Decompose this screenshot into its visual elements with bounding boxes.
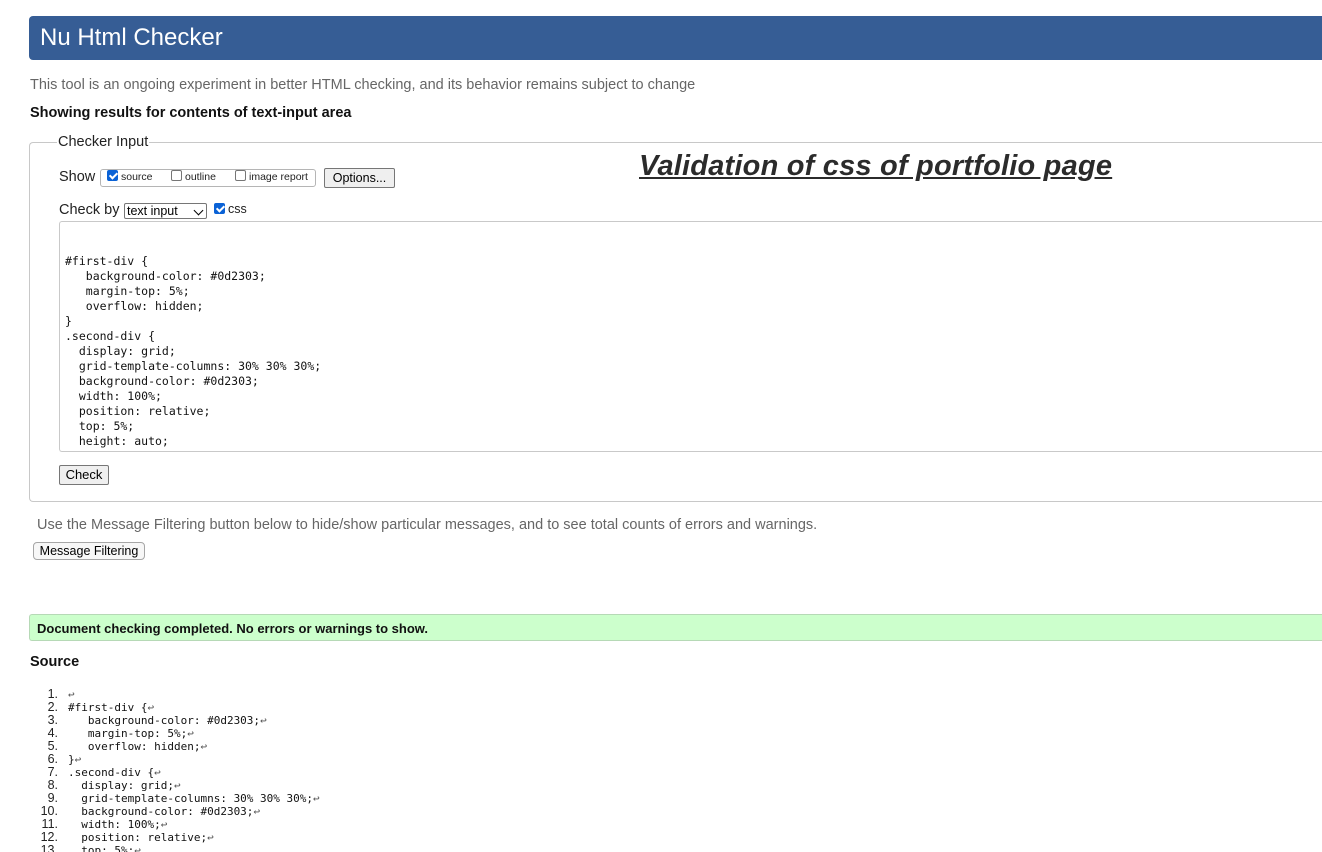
return-icon: ↩ [187, 727, 194, 740]
show-source-option[interactable]: source [107, 170, 153, 183]
return-icon: ↩ [74, 753, 82, 766]
return-icon: ↩ [68, 688, 75, 701]
source-line-text: width: 100%; [68, 818, 161, 831]
source-line-text: top: 5%; [68, 844, 135, 852]
source-line-text: display: grid; [68, 779, 174, 792]
source-line-code: background-color: #0d2303;↩ [68, 805, 260, 818]
chevron-down-icon [193, 205, 204, 216]
return-icon: ↩ [260, 714, 267, 727]
source-heading: Source [30, 654, 80, 670]
intro-text: This tool is an ongoing experiment in be… [30, 77, 696, 93]
check-by-selected-value: text input [127, 204, 178, 218]
check-by-label: Check by [59, 202, 120, 218]
source-line-text: overflow: hidden; [68, 740, 201, 753]
check-button[interactable]: Check [59, 465, 109, 485]
textarea-content: #first-div { background-color: #0d2303; … [65, 254, 322, 451]
showing-results-heading: Showing results for contents of text-inp… [30, 105, 352, 121]
source-line-code: #first-div {↩ [68, 701, 154, 714]
css-option[interactable]: css [214, 202, 247, 216]
source-line-number: 13. [40, 843, 58, 852]
source-line-text: background-color: #0d2303; [68, 714, 261, 727]
check-by-select[interactable]: text input [124, 203, 207, 219]
source-line-code: grid-template-columns: 30% 30% 30%;↩ [68, 792, 320, 805]
return-icon: ↩ [147, 701, 155, 714]
source-line-text: #first-div { [68, 701, 148, 714]
show-options-group: source outline image report [100, 169, 316, 187]
source-line-text: grid-template-columns: 30% 30% 30%; [68, 792, 314, 805]
page: Nu Html Checker This tool is an ongoing … [0, 0, 1322, 852]
show-image-report-option[interactable]: image report [235, 170, 308, 183]
source-line-code: position: relative;↩ [68, 831, 214, 844]
outline-checkbox[interactable] [171, 170, 182, 181]
return-icon: ↩ [313, 792, 320, 805]
message-filtering-button[interactable]: Message Filtering [33, 542, 145, 560]
return-icon: ↩ [207, 831, 214, 844]
css-option-label: css [228, 202, 247, 216]
source-line-code: width: 100%;↩ [68, 818, 167, 831]
source-line-code: display: grid;↩ [68, 779, 181, 792]
checker-input-legend: Checker Input [57, 134, 150, 150]
return-icon: ↩ [200, 740, 208, 753]
options-button[interactable]: Options... [324, 168, 395, 188]
css-input-textarea[interactable]: #first-div { background-color: #0d2303; … [59, 221, 1322, 452]
source-line-code: background-color: #0d2303;↩ [68, 714, 267, 727]
source-checkbox[interactable] [107, 170, 118, 181]
show-outline-option[interactable]: outline [171, 170, 216, 183]
source-line-code: overflow: hidden;↩ [68, 740, 207, 753]
return-icon: ↩ [160, 818, 168, 831]
app-title: Nu Html Checker [40, 24, 223, 51]
source-line-code: ↩ [68, 688, 75, 701]
show-label: Show [59, 169, 96, 185]
css-checkbox[interactable] [214, 203, 225, 214]
source-line-text: } [68, 753, 75, 766]
source-line-text: margin-top: 5%; [68, 727, 188, 740]
result-success-banner: Document checking completed. No errors o… [29, 614, 1322, 641]
source-line-text: position: relative; [68, 831, 208, 844]
source-line-text: background-color: #0d2303; [68, 805, 254, 818]
annotation-caption: Validation of css of portfolio page [639, 150, 1113, 182]
return-icon: ↩ [253, 805, 261, 818]
image-report-checkbox[interactable] [235, 170, 246, 181]
result-message: Document checking completed. No errors o… [37, 621, 429, 636]
outline-option-label: outline [185, 171, 216, 183]
source-line-code: .second-div {↩ [68, 766, 161, 779]
header-bar: Nu Html Checker [29, 16, 1322, 60]
source-option-label: source [121, 171, 153, 183]
source-line-code: top: 5%;↩ [68, 844, 141, 852]
image-report-option-label: image report [249, 171, 308, 183]
message-filtering-note: Use the Message Filtering button below t… [37, 517, 818, 533]
source-line-code: }↩ [68, 753, 81, 766]
source-line-code: margin-top: 5%;↩ [68, 727, 194, 740]
return-icon: ↩ [154, 766, 161, 779]
source-line-text: .second-div { [68, 766, 155, 779]
return-icon: ↩ [134, 844, 141, 852]
return-icon: ↩ [173, 779, 181, 792]
